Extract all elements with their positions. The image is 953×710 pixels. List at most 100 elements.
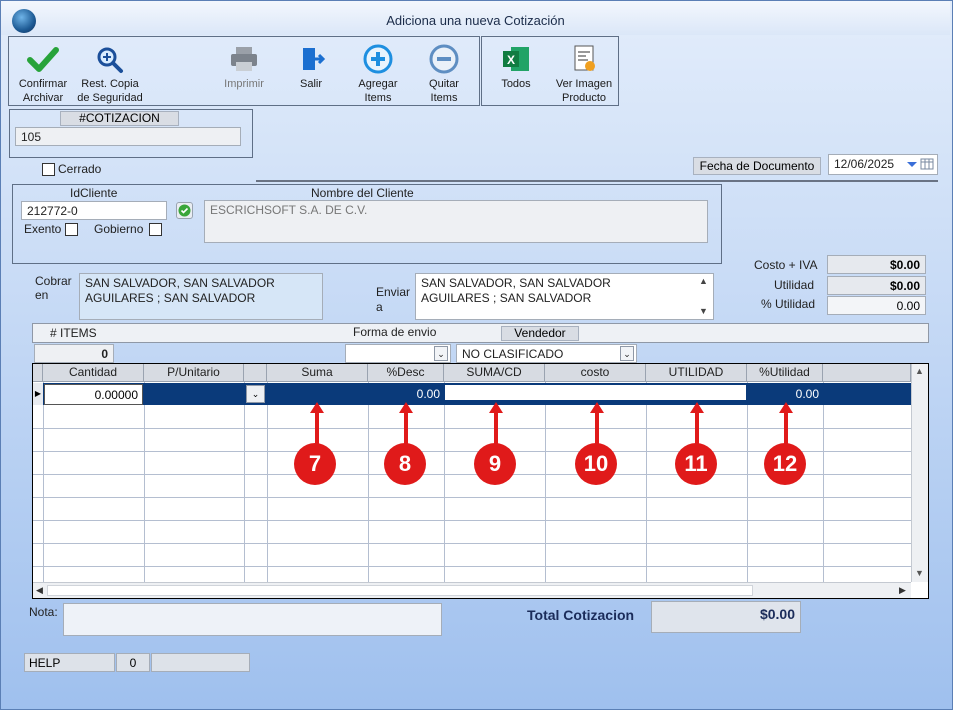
cantidad-cell[interactable]: 0.00000 xyxy=(44,384,143,405)
printer-icon xyxy=(231,47,257,71)
document-date-field[interactable]: 12/06/2025 xyxy=(828,154,938,175)
chevron-down-icon[interactable]: ⌄ xyxy=(246,385,265,403)
profit-pct-label: % Utilidad xyxy=(761,297,816,311)
note-field[interactable] xyxy=(63,603,442,636)
add-items-button[interactable]: Agregar Items xyxy=(348,44,408,105)
annotation-arrow xyxy=(595,412,599,446)
add-items-label: Agregar Items xyxy=(358,78,398,104)
scroll-right-icon[interactable]: ▶ xyxy=(899,585,906,596)
client-name-label: Nombre del Cliente xyxy=(311,186,414,200)
col-header-cantidad[interactable]: Cantidad xyxy=(43,364,144,382)
title-bar: Adiciona una nueva Cotización xyxy=(1,1,950,35)
restore-backup-button[interactable]: Rest. Copia de Seguridad xyxy=(76,44,144,105)
excel-icon: X xyxy=(503,47,529,71)
annotation-badge-8: 8 xyxy=(384,443,426,485)
plus-circle-icon xyxy=(363,44,393,74)
annotation-badge-10: 10 xyxy=(575,443,617,485)
minus-circle-icon xyxy=(429,44,459,74)
profit-value: $0.00 xyxy=(827,276,926,295)
col-header-desc[interactable]: %Desc xyxy=(368,364,444,382)
suma-cd-costo-utilidad-cells[interactable] xyxy=(445,385,746,400)
annotation-arrow xyxy=(695,412,699,446)
seller-label: Vendedor xyxy=(501,326,579,341)
bill-to-label: Cobrar en xyxy=(35,274,72,302)
view-product-image-label: Ver Imagen Producto xyxy=(555,78,613,104)
items-count-field: 0 xyxy=(34,344,114,363)
client-id-field[interactable]: 212772-0 xyxy=(21,201,167,220)
annotation-badge-7: 7 xyxy=(294,443,336,485)
quote-number-field[interactable]: 105 xyxy=(15,127,241,146)
window-title: Adiciona una nueva Cotización xyxy=(386,13,565,28)
exit-label: Salir xyxy=(299,78,322,90)
status-count: 0 xyxy=(116,653,150,672)
closed-label: Cerrado xyxy=(58,162,102,176)
annotation-arrow xyxy=(315,412,319,446)
col-header-utilidad[interactable]: UTILIDAD xyxy=(646,364,747,382)
cost-iva-value: $0.00 xyxy=(827,255,926,274)
current-row-indicator-icon: ▶ xyxy=(33,383,43,405)
scroll-up-icon[interactable]: ▲ xyxy=(915,366,924,376)
ship-to-label: Enviar a xyxy=(376,285,411,314)
ship-to-field[interactable]: SAN SALVADOR, SAN SALVADOR AGUILARES ; S… xyxy=(415,273,714,320)
view-product-image-button[interactable]: Ver Imagen Producto xyxy=(552,44,616,105)
profit-pct-value: 0.00 xyxy=(827,296,926,315)
total-value: $0.00 xyxy=(651,601,801,633)
col-header-unit-price[interactable]: P/Unitario xyxy=(144,364,244,382)
scroll-down-icon[interactable]: ▼ xyxy=(915,568,924,578)
profit-label: Utilidad xyxy=(774,278,815,292)
checkmark-icon xyxy=(27,47,59,72)
annotation-arrow xyxy=(784,412,788,446)
col-header-utilidad-pct[interactable]: %Utilidad xyxy=(747,364,823,382)
note-label: Nota: xyxy=(29,605,58,619)
total-label: Total Cotizacion xyxy=(527,607,635,623)
scroll-down-icon[interactable]: ▼ xyxy=(699,306,708,316)
status-empty xyxy=(151,653,250,672)
document-date-value: 12/06/2025 xyxy=(834,157,895,171)
vertical-scrollbar[interactable]: ▲ ▼ xyxy=(911,364,928,582)
seller-select[interactable]: NO CLASIFICADO ⌄ xyxy=(456,344,637,363)
scroll-left-icon[interactable]: ◀ xyxy=(36,585,43,596)
export-all-button[interactable]: X Todos xyxy=(488,44,544,91)
row-indicator-header xyxy=(33,364,43,382)
magnifier-icon xyxy=(97,47,123,73)
remove-items-label: Quitar Items xyxy=(429,78,459,104)
col-header-suma-cd[interactable]: SUMA/CD xyxy=(444,364,545,382)
government-label: Gobierno xyxy=(94,222,144,236)
print-button[interactable]: Imprimir xyxy=(214,44,274,91)
quote-number-label: #COTIZACION xyxy=(60,111,179,126)
col-header-blank[interactable] xyxy=(244,364,267,382)
confirm-label: Confirmar Archivar xyxy=(18,78,68,104)
export-all-label: Todos xyxy=(501,78,531,90)
check-circle-icon xyxy=(178,204,191,217)
annotation-badge-11: 11 xyxy=(675,443,717,485)
items-count-label: # ITEMS xyxy=(50,326,97,340)
exit-door-icon xyxy=(303,48,326,70)
chevron-down-icon[interactable]: ⌄ xyxy=(620,346,634,361)
chevron-down-icon[interactable]: ⌄ xyxy=(434,346,448,361)
invoice-icon xyxy=(574,45,595,71)
annotation-badge-9: 9 xyxy=(474,443,516,485)
government-checkbox[interactable] xyxy=(149,223,162,236)
col-header-costo[interactable]: costo xyxy=(545,364,646,382)
confirm-button[interactable]: Confirmar Archivar xyxy=(12,44,74,105)
divider xyxy=(256,180,938,182)
exit-button[interactable]: Salir xyxy=(284,44,338,91)
calendar-dropdown-icon[interactable] xyxy=(905,157,935,171)
client-lookup-button[interactable] xyxy=(176,202,193,219)
app-logo-icon xyxy=(12,9,36,33)
remove-items-button[interactable]: Quitar Items xyxy=(414,44,474,105)
scroll-thumb[interactable] xyxy=(47,585,753,596)
shipping-method-label: Forma de envio xyxy=(353,325,437,339)
exempt-label: Exento xyxy=(24,222,62,236)
bill-to-field[interactable]: SAN SALVADOR, SAN SALVADOR AGUILARES ; S… xyxy=(79,273,323,320)
col-header-suma[interactable]: Suma xyxy=(267,364,368,382)
scroll-up-icon[interactable]: ▲ xyxy=(699,276,708,286)
options-header xyxy=(32,323,929,343)
horizontal-scrollbar[interactable]: ◀ ▶ xyxy=(33,582,911,598)
shipping-method-select[interactable]: ⌄ xyxy=(345,344,451,363)
client-name-field[interactable]: ESCRICHSOFT S.A. DE C.V. xyxy=(204,200,708,243)
svg-text:X: X xyxy=(507,53,515,67)
closed-checkbox[interactable] xyxy=(42,163,55,176)
exempt-checkbox[interactable] xyxy=(65,223,78,236)
annotation-arrow xyxy=(494,412,498,446)
